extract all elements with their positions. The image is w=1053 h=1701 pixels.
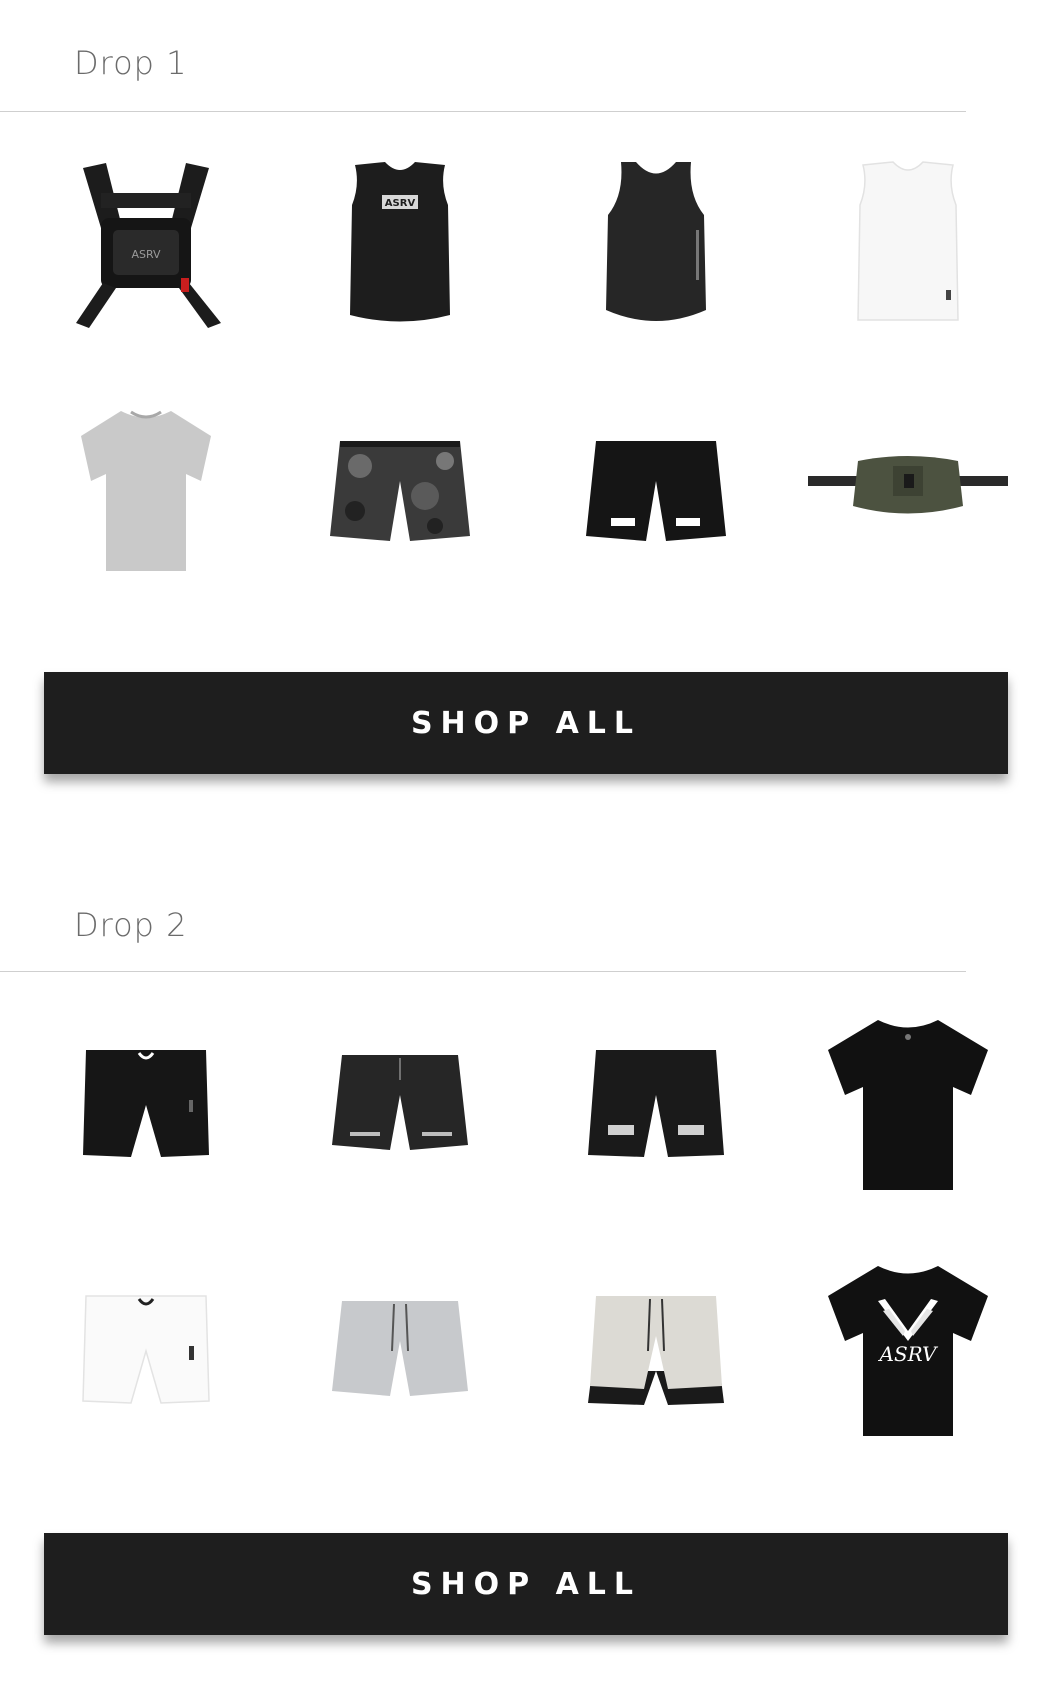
product-tile-black-liner-shorts[interactable] [556, 1010, 756, 1200]
product-tile-grey-tshirt[interactable] [46, 396, 246, 586]
drop-2-divider [0, 971, 966, 972]
product-tile-black-running-shorts[interactable] [556, 396, 756, 586]
black-tshirt-icon [828, 1020, 988, 1190]
product-print: ASRV [131, 248, 161, 261]
black-tank-top-icon [606, 162, 706, 321]
grey-sweat-shorts-icon [332, 1301, 468, 1396]
product-tile-white-muscle-tank[interactable] [808, 150, 1008, 340]
product-tile-black-tank-top[interactable] [556, 150, 756, 340]
drop-2-shop-all-button[interactable]: SHOP ALL [44, 1533, 1008, 1635]
white-muscle-tank-icon [857, 161, 959, 321]
camo-shorts-icon [330, 441, 470, 541]
drop-1-section: Drop 1 ASRV ASRV SHOP ALL [0, 0, 1053, 800]
drop-1-shop-all-button[interactable]: SHOP ALL [44, 672, 1008, 774]
product-tile-white-compression-shorts[interactable] [46, 1256, 246, 1446]
chest-rig-bag-icon: ASRV [76, 162, 221, 328]
drop-1-title: Drop 1 [74, 44, 188, 82]
black-liner-shorts-icon [588, 1050, 724, 1157]
product-tile-black-graphic-tshirt[interactable]: ASRV [808, 1256, 1008, 1446]
product-tile-black-tshirt[interactable] [808, 1010, 1008, 1200]
product-tile-black-compression-shorts[interactable] [46, 1010, 246, 1200]
product-tile-olive-waist-bag[interactable] [808, 396, 1008, 586]
product-tile-black-muscle-tank[interactable]: ASRV [300, 150, 500, 340]
olive-waist-bag-icon [808, 456, 1008, 514]
stone-liner-shorts-icon [588, 1296, 724, 1405]
black-muscle-tank-icon: ASRV [350, 162, 450, 322]
white-compression-shorts-icon [82, 1295, 210, 1404]
black-graphic-tshirt-icon: ASRV [828, 1266, 988, 1436]
drop-1-divider [0, 111, 966, 112]
black-compression-shorts-icon [83, 1050, 209, 1157]
product-tile-grey-sweat-shorts[interactable] [300, 1256, 500, 1446]
product-tile-black-training-shorts[interactable] [300, 1010, 500, 1200]
black-training-shorts-icon [332, 1055, 468, 1150]
product-tile-stone-liner-shorts[interactable] [556, 1256, 756, 1446]
product-print: ASRV [385, 198, 416, 209]
product-tile-camo-shorts[interactable] [300, 396, 500, 586]
product-print: ASRV [878, 1342, 939, 1366]
drop-2-section: Drop 2 ASRV SHOP ALL [0, 860, 1053, 1701]
black-running-shorts-icon [586, 441, 726, 541]
drop-2-title: Drop 2 [74, 906, 188, 944]
product-tile-chest-rig[interactable]: ASRV [46, 150, 246, 340]
grey-tshirt-icon [81, 410, 211, 571]
